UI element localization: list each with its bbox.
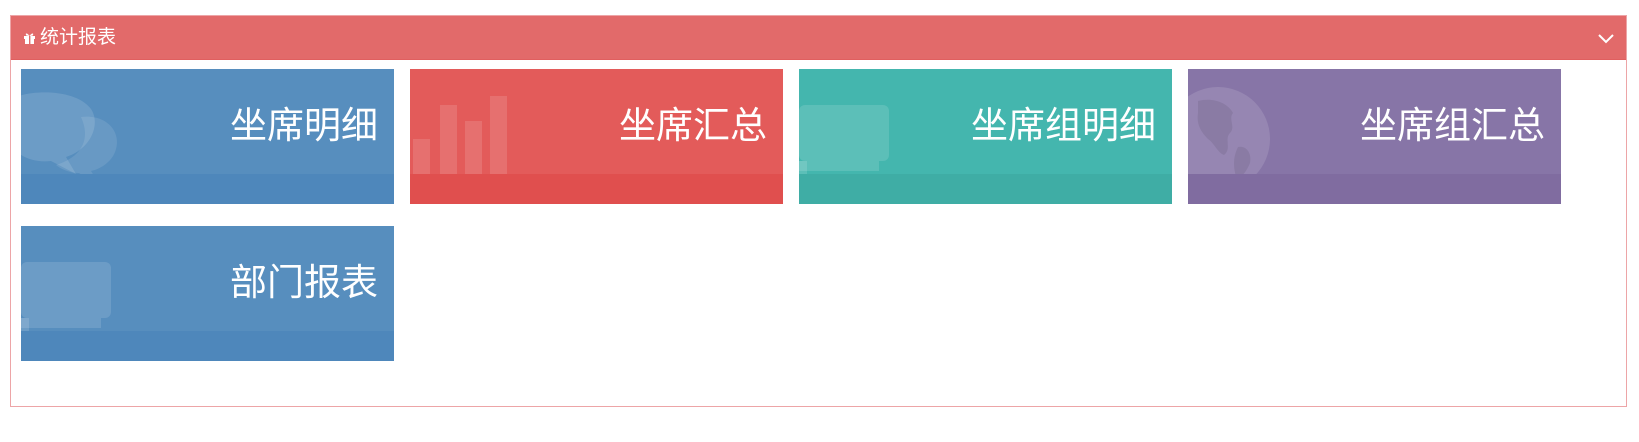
- tile-label: 坐席组汇总: [1360, 104, 1545, 147]
- report-panel: 统计报表 坐席明细 坐席汇总 坐席组明细 坐席组汇总 部门报表: [10, 15, 1627, 407]
- tile-footer: [21, 331, 394, 361]
- tile-agent-group-detail[interactable]: 坐席组明细: [799, 69, 1172, 204]
- tile-footer: [410, 174, 783, 204]
- tile-agent-summary[interactable]: 坐席汇总: [410, 69, 783, 204]
- tile-footer: [799, 174, 1172, 204]
- panel-header: 统计报表: [11, 16, 1626, 60]
- tile-footer: [21, 174, 394, 204]
- tile-label: 坐席组明细: [971, 104, 1156, 147]
- tile-label: 部门报表: [230, 261, 378, 304]
- chevron-down-icon[interactable]: [1596, 28, 1616, 48]
- panel-title: 统计报表: [40, 26, 117, 48]
- tile-label: 坐席汇总: [619, 104, 767, 147]
- tile-footer: [1188, 174, 1561, 204]
- tile-agent-group-summary[interactable]: 坐席组汇总: [1188, 69, 1561, 204]
- gift-icon: [24, 33, 35, 44]
- tile-department-report[interactable]: 部门报表: [21, 226, 394, 361]
- tile-label: 坐席明细: [230, 104, 378, 147]
- tile-agent-detail[interactable]: 坐席明细: [21, 69, 394, 204]
